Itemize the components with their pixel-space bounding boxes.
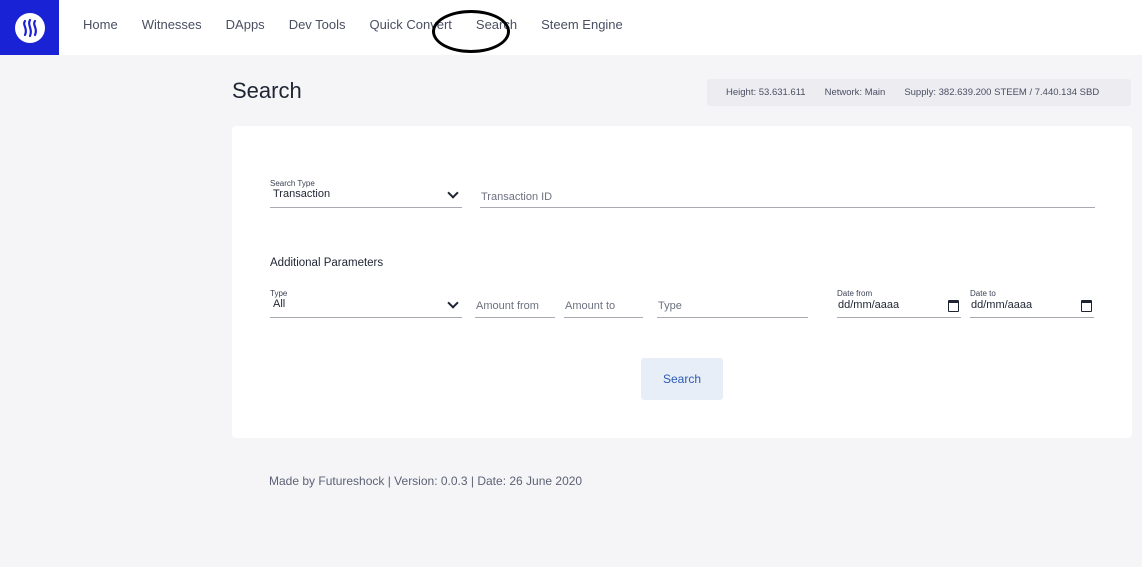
calendar-icon[interactable] (948, 300, 959, 312)
calendar-icon[interactable] (1081, 300, 1092, 312)
search-type-select[interactable]: Search Type Transaction (270, 178, 462, 208)
date-to-value: dd/mm/aaaa (971, 299, 1033, 311)
steem-logo-icon (14, 12, 45, 43)
date-to-input[interactable]: Date to dd/mm/aaaa (970, 289, 1094, 318)
amount-from-input[interactable]: Amount from (475, 296, 555, 318)
date-from-value: dd/mm/aaaa (838, 299, 900, 311)
search-type-value: Transaction (273, 188, 331, 200)
main-nav: Home Witnesses DApps Dev Tools Quick Con… (71, 0, 635, 48)
date-from-input[interactable]: Date from dd/mm/aaaa (837, 289, 961, 318)
type-text-placeholder: Type (658, 300, 682, 312)
nav-quick-convert[interactable]: Quick Convert (358, 17, 464, 32)
chain-stats-bar: Height: 53.631.611 Network: Main Supply:… (707, 79, 1131, 106)
amount-to-input[interactable]: Amount to (564, 296, 643, 318)
footer-info: Made by Futureshock | Version: 0.0.3 | D… (269, 474, 583, 488)
search-card: Search Type Transaction Transaction ID A… (232, 126, 1132, 438)
type-select[interactable]: Type All (270, 289, 462, 318)
amount-to-placeholder: Amount to (565, 300, 616, 312)
transaction-id-input[interactable]: Transaction ID (480, 184, 1095, 208)
nav-dapps[interactable]: DApps (214, 17, 277, 32)
chevron-down-icon (447, 297, 459, 309)
type-text-input[interactable]: Type (657, 296, 808, 318)
search-button[interactable]: Search (641, 358, 723, 400)
date-to-label: Date to (970, 289, 996, 298)
chevron-down-icon (447, 187, 459, 199)
amount-from-placeholder: Amount from (476, 300, 539, 312)
additional-parameters-heading: Additional Parameters (270, 257, 384, 269)
nav-search[interactable]: Search (464, 17, 529, 32)
search-type-label: Search Type (270, 179, 315, 188)
nav-witnesses[interactable]: Witnesses (130, 17, 214, 32)
top-navbar: Home Witnesses DApps Dev Tools Quick Con… (0, 0, 1142, 55)
nav-home[interactable]: Home (71, 17, 130, 32)
date-from-label: Date from (837, 289, 873, 298)
stat-supply: Supply: 382.639.200 STEEM / 7.440.134 SB… (904, 87, 1100, 98)
transaction-id-placeholder: Transaction ID (481, 191, 553, 203)
stat-network: Network: Main (824, 87, 886, 98)
nav-dev-tools[interactable]: Dev Tools (277, 17, 358, 32)
steem-logo[interactable] (0, 0, 59, 55)
nav-steem-engine[interactable]: Steem Engine (529, 17, 635, 32)
type-label: Type (270, 289, 288, 298)
stat-height: Height: 53.631.611 (726, 87, 806, 98)
type-value: All (273, 298, 286, 310)
page-title: Search (232, 78, 302, 103)
